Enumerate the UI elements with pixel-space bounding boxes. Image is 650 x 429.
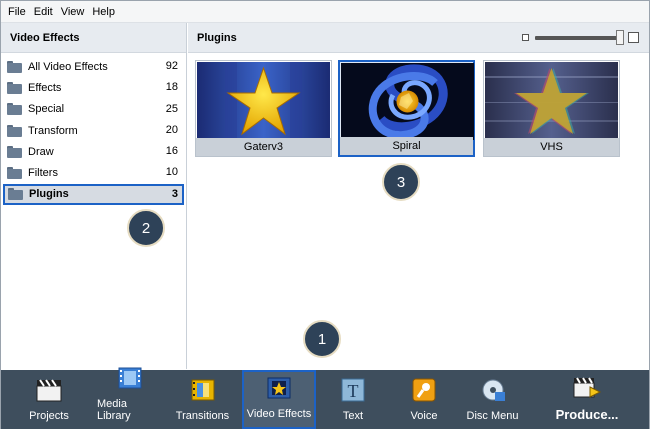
menu-file[interactable]: File: [4, 6, 30, 18]
category-count: 16: [165, 145, 178, 158]
zoom-control: [522, 29, 639, 45]
category-label: Filters: [28, 167, 58, 180]
categories-header: Video Effects: [1, 23, 186, 53]
film-strip-icon: [116, 366, 144, 393]
folder-icon: [7, 145, 22, 158]
toolbar-label: Media Library: [97, 398, 131, 422]
clapperboard-icon: [35, 378, 63, 405]
category-effects[interactable]: Effects 18: [1, 77, 186, 98]
category-count: 10: [165, 166, 178, 179]
category-label: All Video Effects: [28, 60, 108, 73]
toolbar-label: Produce...: [555, 407, 619, 422]
step-marker-2: 2: [127, 209, 165, 247]
toolbar-label: Projects: [29, 410, 69, 422]
effect-thumb-spiral[interactable]: Spiral: [338, 60, 475, 157]
star-icon: [197, 62, 330, 139]
category-all-video-effects[interactable]: All Video Effects 92: [1, 56, 186, 77]
toolbar-transitions[interactable]: Transitions: [163, 370, 242, 429]
folder-icon: [7, 167, 22, 180]
category-count: 92: [165, 60, 178, 72]
category-count: 18: [165, 81, 178, 94]
category-label: Transform: [28, 124, 78, 137]
zoom-out-icon[interactable]: [522, 34, 529, 41]
toolbar-voice[interactable]: Voice: [390, 370, 458, 429]
folder-icon: [7, 103, 22, 116]
step-marker-3: 3: [382, 163, 420, 201]
category-list: All Video Effects 92 Effects 18 Special …: [1, 53, 186, 206]
toolbar-disc-menu[interactable]: Disc Menu: [458, 370, 527, 429]
effect-label: Gaterv3: [196, 138, 331, 156]
category-label: Special: [28, 103, 65, 116]
app-window: File Edit View Help Video Effects All Vi…: [0, 0, 650, 429]
menu-edit[interactable]: Edit: [30, 6, 57, 18]
effect-thumb-vhs[interactable]: VHS: [483, 60, 620, 157]
toolbar-label: Video Effects: [246, 408, 312, 420]
zoom-slider[interactable]: [535, 29, 624, 45]
effects-title: Plugins: [197, 31, 237, 44]
toolbar-label: Voice: [410, 410, 438, 422]
zoom-slider-thumb[interactable]: [616, 29, 624, 45]
category-label: Effects: [28, 81, 62, 94]
effects-star-icon: [265, 376, 293, 403]
category-special[interactable]: Special 25: [1, 99, 186, 120]
text-icon: T: [339, 378, 367, 405]
category-count: 3: [171, 187, 178, 200]
folder-icon: [8, 188, 23, 201]
toolbar-video-effects[interactable]: Video Effects: [242, 370, 316, 429]
folder-icon: [7, 60, 22, 73]
toolbar-label: Disc Menu: [466, 410, 519, 422]
folder-icon: [7, 124, 22, 137]
effect-thumb-gaterv3[interactable]: Gaterv3: [195, 60, 332, 157]
effect-label: VHS: [484, 138, 619, 156]
effects-header: Plugins: [188, 23, 649, 53]
category-filters[interactable]: Filters 10: [1, 162, 186, 183]
zoom-in-icon[interactable]: [628, 32, 639, 43]
effects-panel: Plugins Gaterv3 Spiral VHS: [188, 23, 649, 369]
category-label: Plugins: [29, 188, 69, 201]
toolbar-label: Transitions: [175, 410, 230, 422]
category-draw[interactable]: Draw 16: [1, 141, 186, 162]
menu-help[interactable]: Help: [88, 6, 119, 18]
menu-bar: File Edit View Help: [1, 1, 649, 23]
toolbar-produce[interactable]: Produce...: [527, 370, 647, 429]
toolbar-text[interactable]: T Text: [316, 370, 390, 429]
category-count: 25: [165, 102, 178, 115]
folder-icon: [7, 81, 22, 94]
category-plugins[interactable]: Plugins 3: [3, 183, 184, 206]
star-icon: [485, 62, 618, 139]
produce-icon: [572, 375, 602, 402]
toolbar-label: Text: [342, 410, 364, 422]
menu-view[interactable]: View: [57, 6, 89, 18]
disc-icon: [479, 378, 507, 405]
category-transform[interactable]: Transform 20: [1, 120, 186, 141]
bottom-toolbar: Projects Media Library Transitions Video…: [1, 367, 649, 429]
microphone-icon: [410, 378, 438, 405]
step-marker-1: 1: [303, 320, 341, 358]
categories-title: Video Effects: [10, 31, 80, 44]
spiral-icon: [341, 63, 474, 140]
category-count: 20: [165, 123, 178, 136]
transition-icon: [189, 378, 217, 405]
toolbar-media-library[interactable]: Media Library: [97, 367, 163, 429]
categories-panel: Video Effects All Video Effects 92 Effec…: [1, 23, 187, 369]
svg-text:T: T: [348, 381, 359, 401]
category-label: Draw: [28, 145, 54, 158]
effect-label: Spiral: [340, 137, 473, 155]
toolbar-projects[interactable]: Projects: [1, 370, 97, 429]
